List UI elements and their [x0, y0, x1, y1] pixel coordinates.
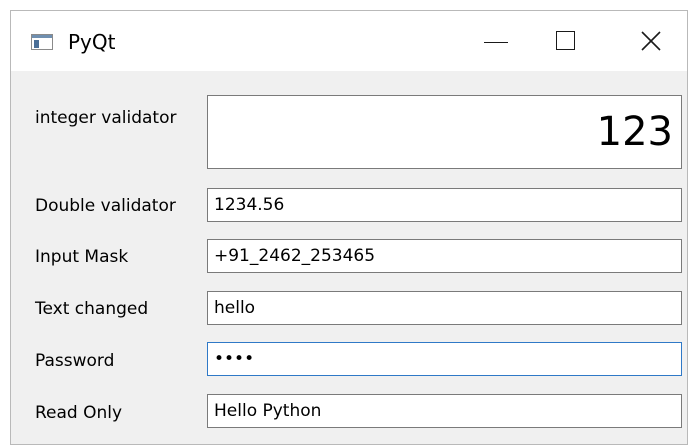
maximize-button[interactable] [536, 11, 596, 71]
minimize-button[interactable] [466, 11, 526, 71]
minimize-icon [484, 42, 508, 43]
text-changed-input[interactable] [207, 291, 682, 325]
title-bar[interactable]: PyQt [11, 11, 687, 71]
double-validator-input[interactable] [207, 188, 682, 222]
read-only-label: Read Only [35, 403, 123, 423]
window-title: PyQt [68, 30, 116, 54]
close-button[interactable] [622, 11, 682, 71]
input-mask-input[interactable] [207, 239, 682, 273]
close-icon [641, 31, 661, 51]
double-validator-label: Double validator [35, 196, 176, 216]
pyqt-window: PyQt integer validator Double validator … [10, 10, 688, 445]
integer-validator-input[interactable] [207, 95, 682, 169]
pyqt-window-icon [31, 34, 53, 50]
input-mask-label: Input Mask [35, 247, 129, 267]
read-only-input[interactable] [207, 394, 682, 428]
integer-validator-label: integer validator [35, 108, 177, 128]
password-label: Password [35, 351, 115, 371]
maximize-icon [556, 31, 575, 50]
text-changed-label: Text changed [35, 299, 149, 319]
password-input[interactable] [207, 342, 682, 376]
